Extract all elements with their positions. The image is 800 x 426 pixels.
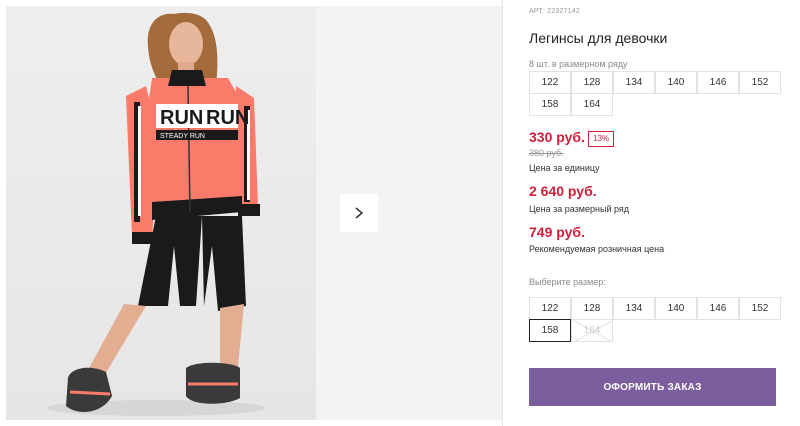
size-option-146[interactable]: 146 (697, 297, 739, 320)
size-option-label: 164 (583, 325, 601, 336)
range-price: 2 640 руб. (529, 183, 597, 199)
place-order-button[interactable]: ОФОРМИТЬ ЗАКАЗ (529, 368, 776, 406)
product-title: Легинсы для девочки (529, 30, 668, 46)
size-range-cell: 134 (613, 71, 655, 94)
size-option-122[interactable]: 122 (529, 297, 571, 320)
size-range-cell: 164 (571, 93, 613, 116)
svg-text:RUN: RUN (206, 107, 249, 129)
size-option-158-selected[interactable]: 158 (529, 319, 571, 342)
size-range-label: 8 шт. в размерном ряду (529, 59, 628, 69)
retail-price-caption: Рекомендуемая розничная цена (529, 244, 665, 254)
size-option-140[interactable]: 140 (655, 297, 697, 320)
discount-badge: 13% (588, 131, 615, 147)
unit-price-caption: Цена за единицу (529, 163, 600, 173)
product-photo[interactable]: RUN RUN STEADY RUN (6, 6, 316, 420)
size-range-cell: 152 (739, 71, 781, 94)
article-number: АРТ: 22327142 (529, 8, 580, 15)
size-range-cell: 146 (697, 71, 739, 94)
panel-divider (502, 0, 503, 426)
product-image: RUN RUN STEADY RUN (46, 12, 266, 416)
size-range-cell: 158 (529, 93, 571, 116)
size-select-label: Выберите размер: (529, 277, 606, 287)
size-range-cell: 122 (529, 71, 571, 94)
old-price: 380 руб. (529, 148, 564, 158)
size-option-134[interactable]: 134 (613, 297, 655, 320)
size-range-cell: 140 (655, 71, 697, 94)
size-option-152[interactable]: 152 (739, 297, 781, 320)
size-select-grid: 122 128 134 140 146 152 158 164 (529, 297, 781, 342)
range-price-caption: Цена за размерный ряд (529, 204, 630, 214)
chevron-right-icon (355, 207, 364, 219)
size-option-164-disabled: 164 (571, 319, 613, 342)
retail-price: 749 руб. (529, 224, 585, 240)
gallery-next-button[interactable] (340, 194, 378, 232)
product-gallery: RUN RUN STEADY RUN (0, 0, 502, 426)
unit-price: 330 руб. (529, 129, 585, 145)
size-range-cell: 128 (571, 71, 613, 94)
svg-text:RUN: RUN (160, 107, 203, 129)
size-range-grid: 122 128 134 140 146 152 158 164 (529, 71, 781, 116)
size-option-128[interactable]: 128 (571, 297, 613, 320)
svg-text:STEADY RUN: STEADY RUN (160, 133, 205, 140)
